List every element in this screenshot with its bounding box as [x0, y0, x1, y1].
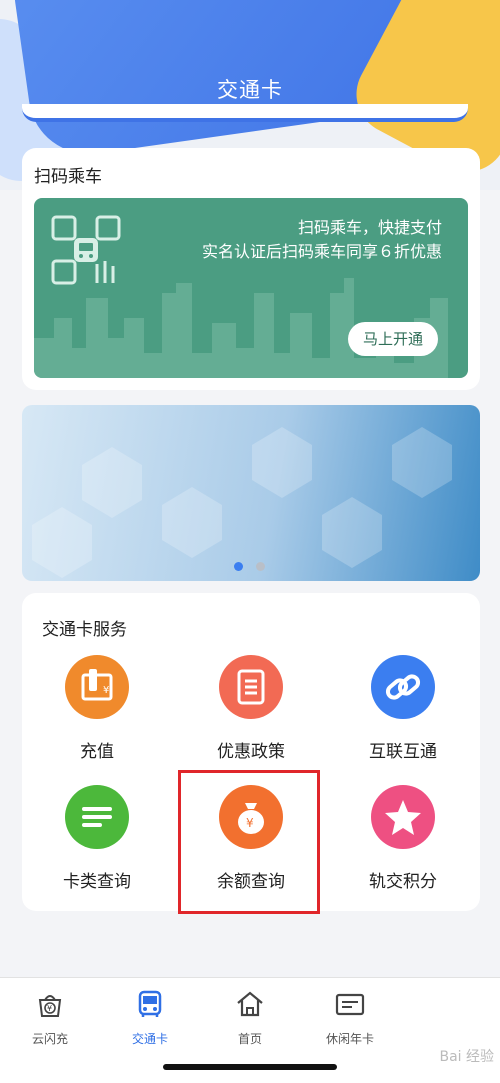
service-metro-points[interactable]: 轨交积分: [328, 785, 478, 905]
tab-transit-card[interactable]: 交通卡: [100, 988, 200, 1048]
services-section-title: 交通卡服务: [42, 620, 127, 640]
home-indicator[interactable]: [163, 1064, 337, 1070]
tab-yunshanchong[interactable]: ¥ 云闪充: [0, 988, 100, 1048]
home-icon: [237, 991, 263, 1017]
page-title: 交通卡: [217, 78, 283, 102]
card-icon: [335, 993, 365, 1016]
service-card-type-query[interactable]: 卡类查询: [22, 785, 172, 905]
bus-icon: [138, 990, 162, 1017]
service-interconnect[interactable]: 互联互通: [328, 655, 478, 775]
activate-now-button[interactable]: 马上开通: [348, 322, 438, 356]
tab-home[interactable]: 首页: [200, 988, 300, 1048]
scan-ride-banner[interactable]: 扫码乘车，快捷支付 实名认证后扫码乘车同享６折优惠 马上开通: [34, 198, 468, 378]
carousel-dot[interactable]: [256, 562, 265, 571]
carousel-dot-active[interactable]: [234, 562, 243, 571]
service-policy[interactable]: 优惠政策: [176, 655, 326, 775]
transit-card-edge[interactable]: [22, 104, 468, 122]
watermark: Bai 经验: [439, 1049, 494, 1065]
yuan-bag-icon: ¥: [38, 995, 62, 1017]
hexagon-pattern: [32, 427, 452, 578]
service-recharge[interactable]: ¥ 充值: [22, 655, 172, 775]
svg-text:¥: ¥: [47, 1004, 52, 1013]
list-icon: [82, 807, 112, 827]
promo-carousel[interactable]: [22, 405, 480, 581]
scan-line-1: 扫码乘车，快捷支付: [297, 218, 442, 237]
star-icon: [385, 800, 421, 835]
recharge-card-icon: ¥: [81, 669, 113, 701]
link-icon: [385, 674, 421, 700]
scan-line-2: 实名认证后扫码乘车同享６折优惠: [201, 242, 442, 261]
scan-section-title: 扫码乘车: [34, 167, 102, 187]
tab-leisure-annual-card[interactable]: 休闲年卡: [300, 988, 400, 1048]
svg-text:¥: ¥: [103, 685, 109, 696]
document-icon: [237, 669, 265, 705]
scan-ride-card: 扫码乘车 扫码乘车，快捷支付 实名认证后扫码乘车同享６折优惠 马上开通: [22, 148, 480, 390]
highlight-box: [178, 770, 320, 914]
qr-bus-icon: [51, 215, 121, 285]
